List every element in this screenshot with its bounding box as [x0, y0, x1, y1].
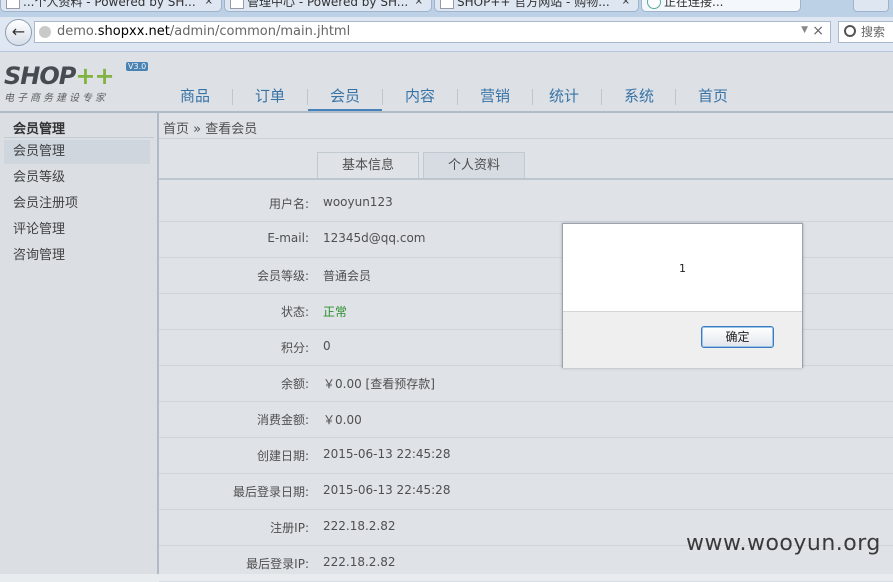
- alert-dialog: 1 确定: [562, 223, 803, 368]
- field-label: 最后登录日期:: [232, 485, 309, 499]
- tab-basic-info[interactable]: 基本信息: [317, 152, 419, 178]
- search-icon: [844, 25, 856, 37]
- browser-tab-active[interactable]: 正在连接...: [641, 0, 801, 12]
- chevron-down-icon[interactable]: ▼: [801, 25, 808, 35]
- status-value: 正常: [323, 305, 348, 319]
- field-value: 2015-06-13 22:45:28: [323, 447, 451, 461]
- page-favicon-icon: [230, 0, 244, 9]
- sidebar-title: 会员管理: [13, 122, 66, 137]
- divider: [4, 137, 154, 138]
- browser-tab-label: ...个人资料 - Powered by SH...: [23, 0, 196, 9]
- field-value: wooyun123: [323, 195, 393, 209]
- menu-item-content[interactable]: 内容: [383, 83, 457, 109]
- balance-value[interactable]: ￥0.00 [查看预存款]: [323, 375, 435, 392]
- breadcrumb: 首页 » 查看会员: [163, 122, 258, 137]
- sidebar-item-reviews[interactable]: 评论管理: [4, 218, 150, 242]
- browser-tab-label: 管理中心 - Powered by SH...: [247, 0, 409, 9]
- page-favicon-icon: [6, 0, 20, 9]
- tab-close-icon[interactable]: ×: [622, 0, 630, 11]
- arrow-left-icon: ←: [11, 22, 26, 41]
- menu-item-marketing[interactable]: 营销: [458, 83, 532, 109]
- table-row: 消费金额: ￥0.00: [159, 401, 893, 438]
- logo: SHOP++: [4, 62, 115, 90]
- search-input[interactable]: 搜索: [838, 21, 893, 43]
- table-row: 余额: ￥0.00 [查看预存款]: [159, 365, 893, 402]
- tab-profile[interactable]: 个人资料: [423, 152, 525, 178]
- browser-tab[interactable]: 管理中心 - Powered by SH... ×: [224, 0, 432, 12]
- new-tab-button[interactable]: [853, 0, 889, 12]
- watermark: www.wooyun.org: [686, 531, 881, 556]
- content-tabs: 基本信息 个人资料: [159, 152, 893, 180]
- browser-tab[interactable]: ...个人资料 - Powered by SH... ×: [0, 0, 222, 12]
- field-value: 222.18.2.82: [323, 555, 396, 569]
- field-label: E-mail:: [267, 231, 309, 245]
- sidebar-item-member-rank[interactable]: 会员等级: [4, 166, 150, 190]
- browser-tab-strip: ...个人资料 - Powered by SH... × 管理中心 - Powe…: [0, 0, 893, 17]
- browser-nav-bar: ← demo.shopxx.net/admin/common/main.jhtm…: [0, 17, 893, 52]
- sidebar-item-member-attributes[interactable]: 会员注册项: [4, 192, 150, 216]
- field-label: 用户名:: [268, 197, 309, 211]
- field-label: 最后登录IP:: [246, 557, 309, 571]
- browser-tab-label: 正在连接...: [664, 0, 724, 9]
- back-button[interactable]: ←: [5, 19, 32, 46]
- field-value: 0: [323, 339, 331, 353]
- field-label: 会员等级:: [256, 269, 309, 283]
- browser-tab-label: SHOP++ 官方网站 - 购物...: [457, 0, 610, 9]
- menu-item-members[interactable]: 会员: [308, 83, 382, 111]
- search-placeholder: 搜索: [861, 25, 886, 39]
- loading-icon: [647, 0, 661, 9]
- divider: [159, 138, 893, 139]
- sidebar: 会员管理 会员管理 会员等级 会员注册项 评论管理 咨询管理: [0, 113, 159, 574]
- field-label: 余额:: [280, 377, 309, 391]
- page-favicon-icon: [440, 0, 454, 9]
- field-label: 创建日期:: [256, 449, 309, 463]
- field-value: 2015-06-13 22:45:28: [323, 483, 451, 497]
- close-icon[interactable]: ×: [812, 23, 824, 39]
- field-value: 普通会员: [323, 269, 372, 283]
- menu-item-home[interactable]: 首页: [676, 83, 750, 109]
- field-label: 状态:: [280, 305, 309, 319]
- field-label: 消费金额:: [256, 413, 309, 427]
- field-value: 222.18.2.82: [323, 519, 396, 533]
- tab-close-icon[interactable]: ×: [205, 0, 213, 11]
- field-value: ￥0.00: [323, 413, 362, 427]
- field-value: 12345d@qq.com: [323, 231, 426, 245]
- menu-item-system[interactable]: 系统: [602, 83, 676, 109]
- tab-close-icon[interactable]: ×: [415, 0, 423, 11]
- address-bar[interactable]: demo.shopxx.net/admin/common/main.jhtml …: [34, 21, 831, 43]
- browser-tab[interactable]: SHOP++ 官方网站 - 购物... ×: [434, 0, 639, 12]
- field-label: 注册IP:: [270, 521, 309, 535]
- menu-item-orders[interactable]: 订单: [233, 83, 307, 109]
- dialog-footer: 确定: [563, 311, 802, 368]
- dialog-message: 1: [679, 262, 686, 275]
- menu-item-statistics[interactable]: 统计: [527, 83, 601, 109]
- address-url: demo.shopxx.net/admin/common/main.jhtml: [57, 24, 351, 39]
- sidebar-item-member-management[interactable]: 会员管理: [4, 140, 150, 164]
- sidebar-item-consultations[interactable]: 咨询管理: [4, 244, 150, 268]
- menu-item-products[interactable]: 商品: [158, 83, 232, 109]
- logo-version-badge: V3.0: [126, 62, 149, 71]
- globe-icon: [39, 26, 51, 38]
- table-row: 创建日期: 2015-06-13 22:45:28: [159, 437, 893, 474]
- admin-header: SHOP++ V3.0 电子商务建设专家 商品 订单 会员 内容 营销 统计 系…: [0, 52, 893, 113]
- logo-tagline: 电子商务建设专家: [4, 93, 108, 104]
- table-row: 用户名: wooyun123: [159, 185, 893, 222]
- ok-button[interactable]: 确定: [701, 326, 774, 348]
- table-row: 最后登录日期: 2015-06-13 22:45:28: [159, 473, 893, 510]
- field-label: 积分:: [280, 341, 309, 355]
